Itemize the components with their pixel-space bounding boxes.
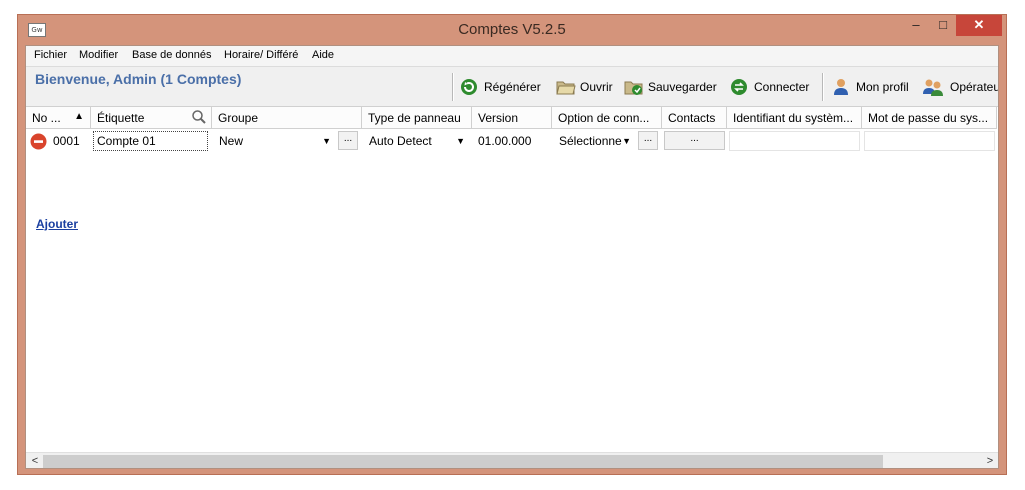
connect-label: Connecter [754,80,810,94]
connect-icon [730,78,748,96]
chevron-down-icon: ▼ [322,136,331,146]
column-header-system-id[interactable]: Identifiant du systèm... [727,107,862,129]
column-header-label-text: Étiquette [97,111,145,125]
users-icon [922,78,944,96]
window: Gw Comptes V5.2.5 – □ ✕ Fichier Modifier… [17,14,1007,475]
client-area: Fichier Modifier Base de donnés Horaire/… [25,45,999,469]
profile-label: Mon profil [856,80,909,94]
minimize-button[interactable]: – [903,15,929,36]
menu-aide[interactable]: Aide [312,49,334,61]
column-header-contacts[interactable]: Contacts [662,107,727,129]
group-dropdown[interactable]: New ▼ [214,131,334,151]
save-label: Sauvegarder [648,80,717,94]
system-password-field[interactable] [864,131,995,151]
operators-button[interactable]: Opérateu [922,77,999,97]
label-input[interactable]: Compte 01 [93,131,208,151]
column-header-label[interactable]: Étiquette [91,107,212,129]
open-label: Ouvrir [580,80,613,94]
chevron-down-icon: ▼ [622,136,631,146]
toolbar-separator [822,73,824,101]
title-bar[interactable]: Gw Comptes V5.2.5 – □ ✕ [18,15,1006,45]
horizontal-scrollbar[interactable]: < > [26,452,998,468]
regenerate-label: Régénérer [484,80,541,94]
menu-fichier[interactable]: Fichier [34,49,67,61]
delete-row-icon[interactable] [30,133,47,153]
system-id-field[interactable] [729,131,860,151]
window-title: Comptes V5.2.5 [458,21,566,38]
connect-button[interactable]: Connecter [730,77,809,97]
refresh-icon [460,78,478,96]
column-header-no-label: No ... [32,111,61,125]
column-header-system-password[interactable]: Mot de passe du sys... [862,107,997,129]
contacts-button[interactable]: ... [664,131,725,150]
folder-icon [556,78,576,96]
sort-ascending-icon: ▲ [74,111,84,122]
menu-modifier[interactable]: Modifier [79,49,118,61]
connection-option-dropdown[interactable]: Sélectionner ▼ [554,131,634,151]
toolbar: Bienvenue, Admin (1 Comptes) Régénérer O… [26,67,998,106]
column-header-no[interactable]: No ... ▲ [26,107,91,129]
add-account-link[interactable]: Ajouter [36,217,78,231]
save-button[interactable]: Sauvegarder [624,77,717,97]
version-field[interactable]: 01.00.000 [474,131,550,151]
panel-type-value: Auto Detect [369,134,432,148]
search-icon[interactable] [191,109,207,128]
menu-bar: Fichier Modifier Base de donnés Horaire/… [26,46,998,67]
scroll-right-arrow[interactable]: > [982,454,998,468]
chevron-down-icon: ▼ [456,136,465,146]
connection-more-button[interactable]: ... [638,131,658,150]
open-button[interactable]: Ouvrir [556,77,613,97]
column-header-version[interactable]: Version [472,107,552,129]
column-header-connection-option[interactable]: Option de conn... [552,107,662,129]
row-number: 0001 [53,134,80,148]
scroll-left-arrow[interactable]: < [27,454,43,468]
regenerate-button[interactable]: Régénérer [460,77,541,97]
toolbar-separator [452,73,454,101]
column-header-group[interactable]: Groupe [212,107,362,129]
menu-horaire-differe[interactable]: Horaire/ Différé [224,49,298,61]
profile-button[interactable]: Mon profil [832,77,909,97]
save-icon [624,78,643,96]
operators-label: Opérateu [950,80,999,94]
accounts-grid: No ... ▲ Étiquette Groupe Type de pannea… [26,106,998,453]
maximize-button[interactable]: □ [930,15,956,36]
connection-option-value: Sélectionner [559,134,626,148]
menu-base-de-donnes[interactable]: Base de donnés [132,49,212,61]
welcome-text: Bienvenue, Admin (1 Comptes) [35,71,242,87]
scrollbar-thumb[interactable] [43,455,883,468]
user-icon [832,78,850,96]
group-more-button[interactable]: ... [338,131,358,150]
close-button[interactable]: ✕ [956,15,1002,36]
group-value: New [219,134,244,148]
column-header-panel-type[interactable]: Type de panneau [362,107,472,129]
panel-type-dropdown[interactable]: Auto Detect ▼ [364,131,468,151]
